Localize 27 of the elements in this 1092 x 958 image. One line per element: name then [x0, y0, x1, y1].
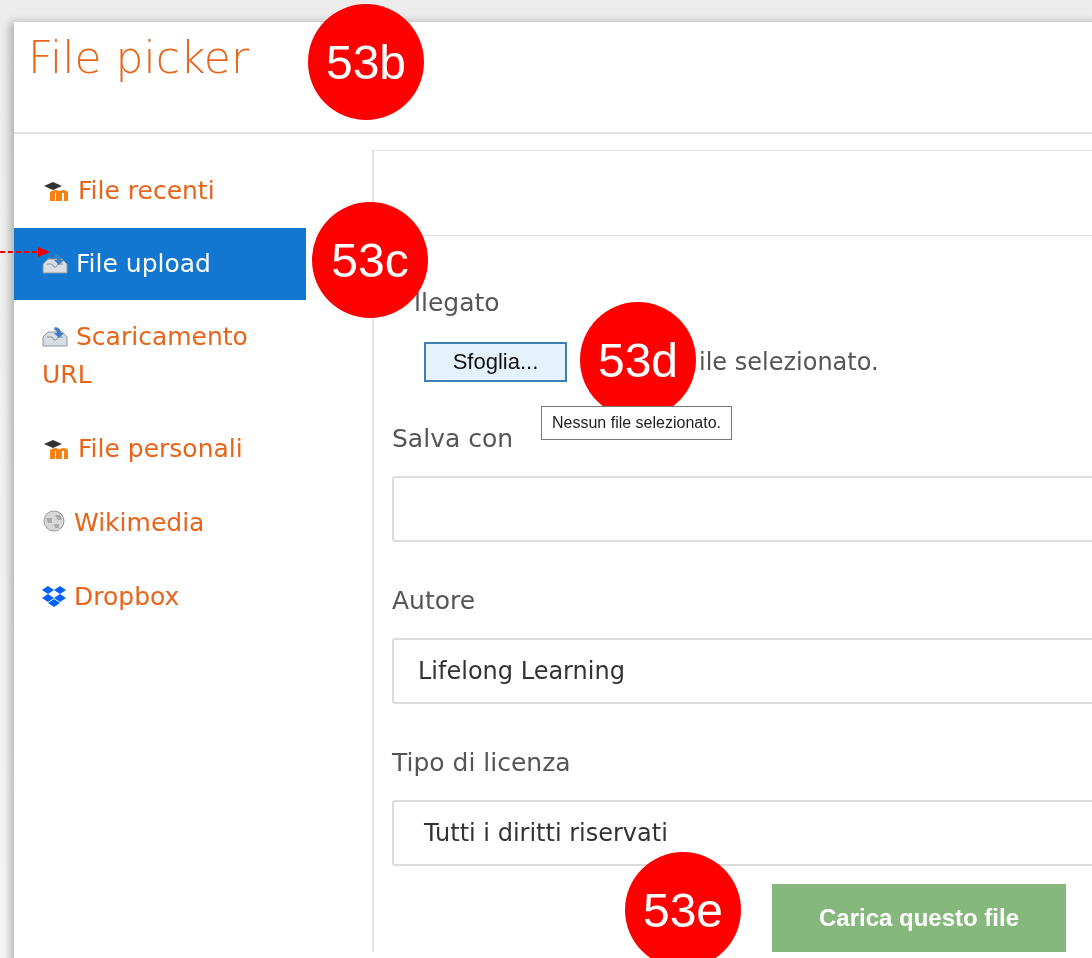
window-title: File picker: [28, 32, 250, 83]
globe-icon: [42, 509, 66, 533]
field-label: Salva con: [392, 423, 514, 455]
sidebar-item[interactable]: Wikimedia: [14, 486, 372, 560]
input-field[interactable]: [392, 476, 1092, 542]
field-label: Autore: [392, 585, 476, 617]
dropbox-icon: [42, 585, 66, 607]
file-status-text: ile selezionato.: [699, 348, 879, 376]
inbox-upload-icon: [42, 252, 68, 274]
dashed-arrow: [0, 246, 50, 258]
sidebar-item[interactable]: File personali: [14, 412, 372, 486]
sidebar-item[interactable]: File upload: [14, 228, 306, 300]
sidebar-item[interactable]: File recenti: [14, 154, 372, 228]
input-field[interactable]: Lifelong Learning: [392, 638, 1092, 704]
graduation-cap-icon: [42, 181, 70, 201]
license-select[interactable]: Tutti i diritti riservati: [392, 800, 1092, 866]
upload-button[interactable]: Carica questo file: [772, 884, 1066, 952]
field-label: Tipo di licenza: [392, 747, 571, 779]
callout-badge: 53e: [625, 852, 741, 958]
sidebar-item[interactable]: Scaricamento URL: [14, 300, 372, 412]
browse-button[interactable]: Sfoglia...: [424, 342, 567, 382]
callout-badge: 53b: [308, 4, 424, 120]
inbox-upload-icon: [42, 325, 68, 347]
tooltip: Nessun file selezionato.: [541, 406, 732, 440]
field-label: llegato: [413, 287, 500, 319]
sidebar-item[interactable]: Dropbox: [14, 560, 372, 634]
graduation-cap-icon: [42, 439, 70, 459]
